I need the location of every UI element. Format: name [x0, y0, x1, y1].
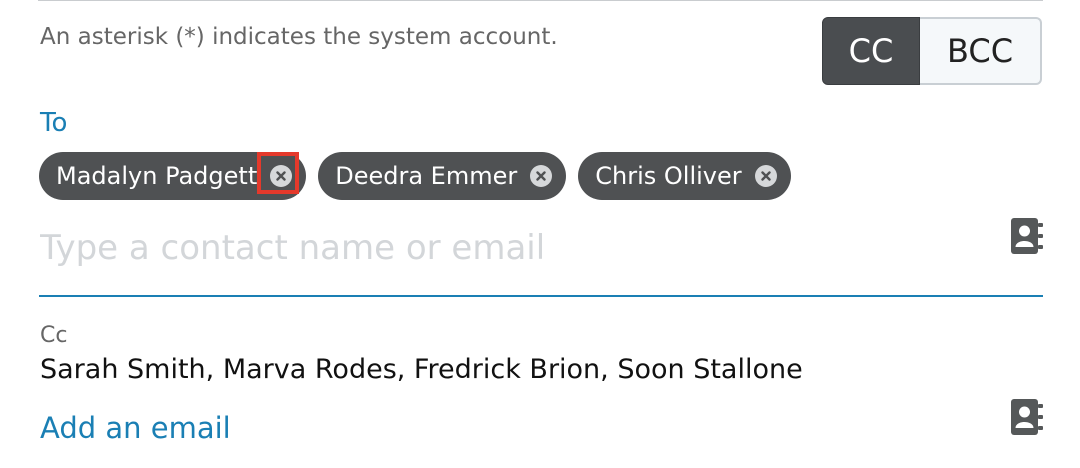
to-recipient-list: Madalyn Padgett Deedra Emmer Chris Olliv… [39, 152, 791, 200]
to-input-underline [39, 295, 1043, 297]
add-email-link[interactable]: Add an email [40, 411, 231, 445]
address-book-icon[interactable] [1011, 218, 1045, 254]
remove-recipient-close-icon[interactable] [257, 152, 300, 194]
recipient-pill: Chris Olliver [578, 152, 791, 200]
recipient-pill: Deedra Emmer [318, 152, 567, 200]
cc-label: Cc [40, 323, 68, 348]
top-divider [38, 0, 1043, 1]
system-account-hint: An asterisk (*) indicates the system acc… [40, 24, 558, 50]
remove-recipient-close-icon[interactable] [754, 165, 777, 187]
to-label: To [40, 108, 68, 138]
cc-bcc-toggle: CC BCC [822, 17, 1042, 85]
cc-button[interactable]: CC [822, 17, 920, 85]
recipient-name: Deedra Emmer [335, 162, 518, 190]
remove-recipient-close-icon[interactable] [530, 165, 553, 187]
recipient-name: Chris Olliver [595, 162, 742, 190]
close-icon [276, 171, 286, 181]
address-book-icon[interactable] [1011, 399, 1045, 435]
recipient-pill: Madalyn Padgett [39, 152, 307, 200]
recipient-name: Madalyn Padgett [56, 162, 258, 190]
cc-recipients: Sarah Smith, Marva Rodes, Fredrick Brion… [40, 354, 803, 385]
bcc-button[interactable]: BCC [920, 17, 1042, 85]
to-contact-input[interactable] [40, 222, 940, 274]
close-icon [536, 171, 546, 181]
close-icon [760, 171, 771, 181]
